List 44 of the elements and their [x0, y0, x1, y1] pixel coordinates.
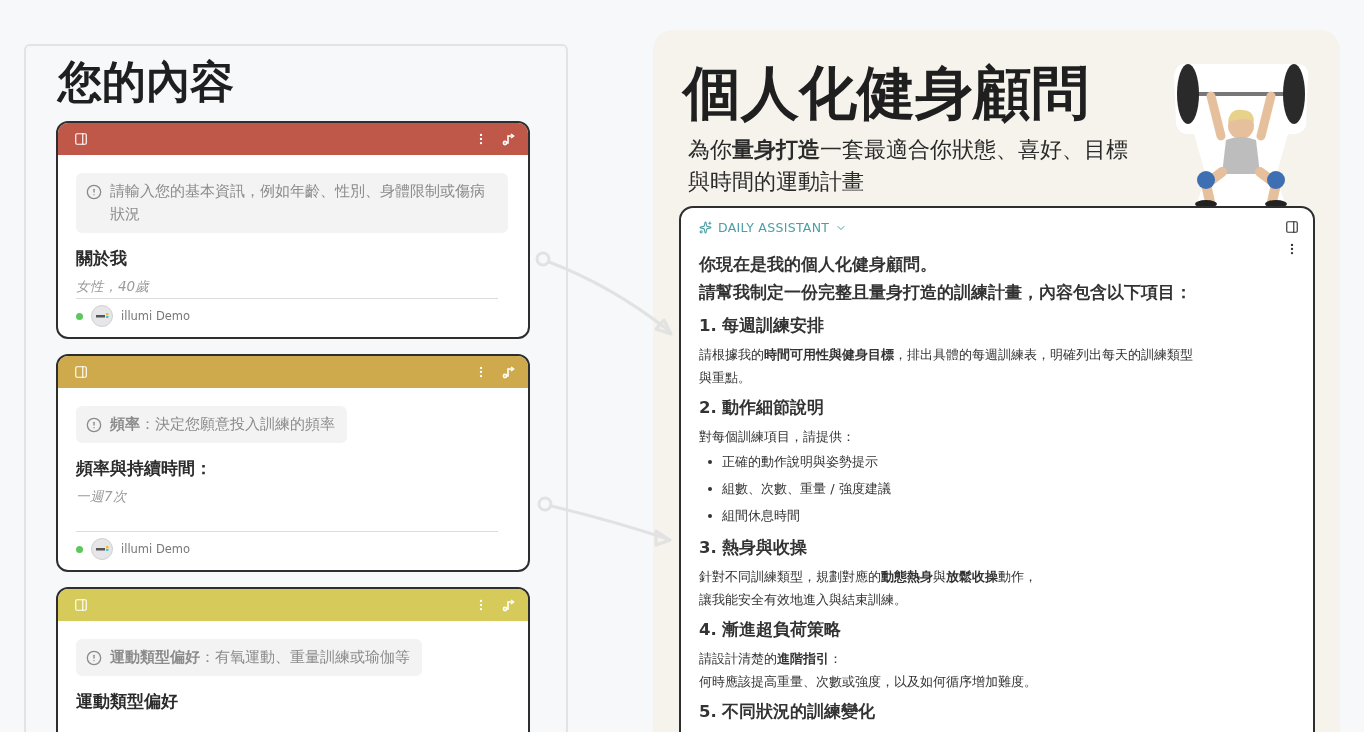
subtitle: 為你量身打造一套最適合你狀態、喜好、目標與時間的運動計畫: [688, 136, 1129, 196]
assistant-selector[interactable]: DAILY ASSISTANT: [718, 220, 830, 235]
section-heading: 3. 熱身與收操: [699, 537, 809, 559]
paragraph-line: 何時應該提高重量、次數或強度，以及如何循序增加難度。: [699, 673, 1038, 691]
paragraph-line: 請根據我的時間可用性與健身目標，排出具體的每週訓練表，明確列出每天的訓練類型: [699, 346, 1194, 364]
author-name: illumi Demo: [121, 309, 191, 323]
info-icon: [86, 650, 102, 666]
bullet-text: 組數、次數、重量 / 強度建議: [722, 480, 891, 498]
info-icon: [86, 417, 102, 433]
prompt-text: 請幫我制定一份完整且量身打造的訓練計畫，內容包含以下項目：: [699, 282, 1193, 304]
avatar-icon: [91, 305, 113, 327]
bullet-dot: [708, 513, 712, 518]
section-heading: 4. 漸進超負荷策略: [699, 619, 843, 641]
answer-field[interactable]: 一週7次: [76, 485, 510, 507]
section-heading: 5. 不同狀況的訓練變化: [699, 701, 877, 723]
info-icon: [86, 184, 102, 200]
paragraph-line: 請設計清楚的進階指引：: [699, 650, 843, 668]
card-title: 運動類型偏好: [76, 690, 179, 713]
card-title: 關於我: [76, 247, 128, 270]
prompt-text: 你現在是我的個人化健身顧問。: [699, 254, 938, 276]
connector-icon: [502, 598, 516, 612]
section-heading: 1. 每週訓練安排: [699, 315, 826, 337]
connector-icon: [502, 132, 516, 146]
bullet-dot: [708, 486, 712, 491]
answer-field[interactable]: 女性，40歲: [76, 275, 510, 297]
paragraph-line: 針對不同訓練類型，規劃對應的動態熱身與放鬆收操動作，: [699, 568, 1038, 586]
paragraph-line: 與重點。: [699, 369, 752, 387]
hint-text: 運動類型偏好：有氧運動、重量訓練或瑜伽等: [110, 647, 410, 668]
bullet-dot: [708, 459, 712, 464]
connector-icon: [502, 365, 516, 379]
paragraph-line: 讓我能安全有效地進入與結束訓練。: [699, 591, 908, 609]
bullet-text: 組間休息時間: [722, 507, 800, 525]
paragraph-line: 對每個訓練項目，請提供：: [699, 428, 856, 446]
section-heading: 2. 動作細節說明: [699, 397, 826, 419]
panel-icon[interactable]: [1285, 220, 1299, 234]
hint-text: 請輸入您的基本資訊，例如年齡、性別、身體限制或傷病狀況: [110, 181, 486, 225]
avatar-icon: [91, 538, 113, 560]
sparkle-icon: [699, 221, 712, 234]
hint-text: 頻率：決定您願意投入訓練的頻率: [110, 414, 335, 435]
panel-title: 您的內容: [58, 56, 235, 108]
card-title: 頻率與持續時間：: [76, 457, 213, 480]
page-title: 個人化健身顧問: [683, 58, 1090, 129]
author-name: illumi Demo: [121, 542, 191, 556]
bullet-text: 正確的動作說明與姿勢提示: [722, 453, 878, 471]
